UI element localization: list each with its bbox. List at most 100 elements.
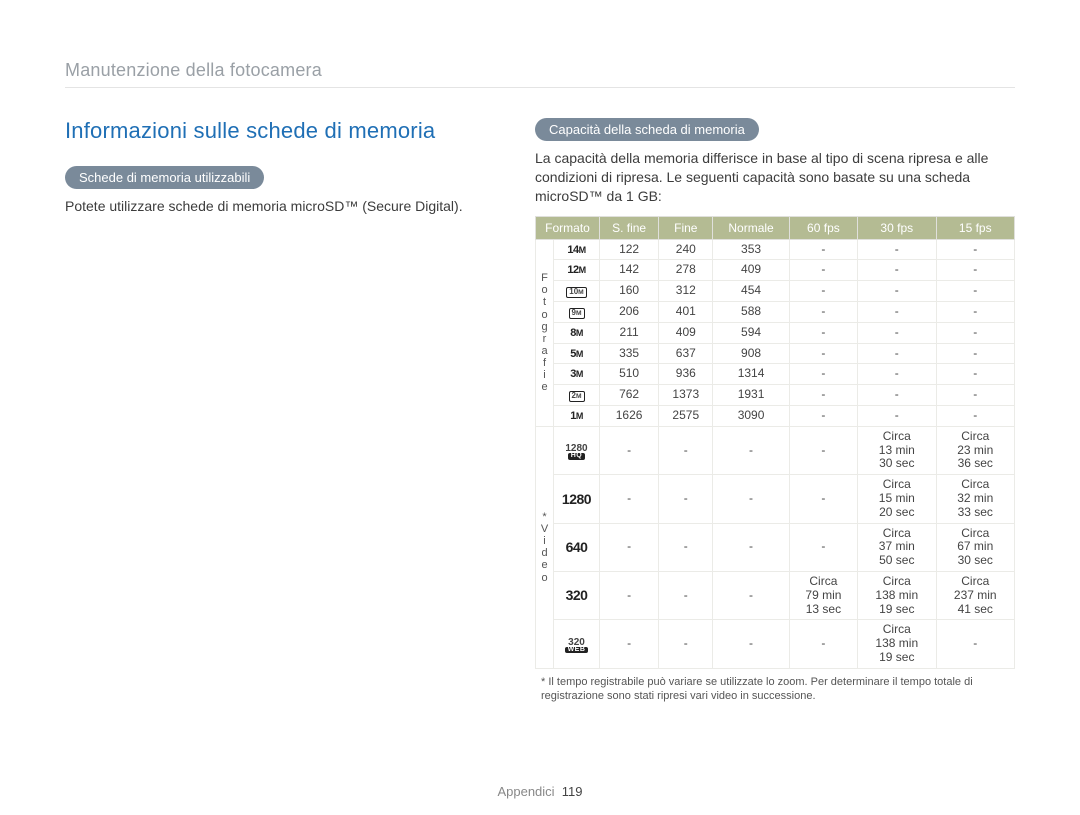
capacity-cell: - (659, 572, 713, 620)
page-footer: Appendici 119 (0, 784, 1080, 799)
capacity-cell: 353 (713, 239, 789, 260)
th-15fps: 15 fps (936, 216, 1015, 239)
capacity-cell: 1626 (600, 406, 659, 427)
row-group-label: Fotografie (536, 239, 554, 426)
capacity-cell: - (789, 620, 857, 668)
format-cell: 640 (554, 523, 600, 571)
capacity-cell: 1373 (659, 385, 713, 406)
capacity-cell: - (936, 406, 1015, 427)
format-cell: 9M (554, 302, 600, 323)
format-cell: 320 (554, 572, 600, 620)
capacity-cell: - (713, 523, 789, 571)
capacity-cell: Circa138 min19 sec (858, 620, 936, 668)
table-row: 1M162625753090--- (536, 406, 1015, 427)
capacity-cell: - (713, 620, 789, 668)
capacity-cell: Circa237 min41 sec (936, 572, 1015, 620)
capacity-cell: 588 (713, 302, 789, 323)
format-cell: 1M (554, 406, 600, 427)
capacity-cell: - (858, 385, 936, 406)
capacity-cell: 1314 (713, 364, 789, 385)
capacity-cell: - (600, 475, 659, 523)
capacity-cell: - (713, 475, 789, 523)
capacity-cell: 1931 (713, 385, 789, 406)
format-cell: 1280 (554, 475, 600, 523)
capacity-cell: - (858, 364, 936, 385)
capacity-cell: - (936, 260, 1015, 281)
table-row: 640----Circa37 min50 secCirca67 min30 se… (536, 523, 1015, 571)
usable-cards-text: Potete utilizzare schede di memoria micr… (65, 197, 495, 216)
capacity-cell: Circa32 min33 sec (936, 475, 1015, 523)
capacity-cell: - (600, 523, 659, 571)
format-cell: 3M (554, 364, 600, 385)
capacity-cell: 278 (659, 260, 713, 281)
page-title: Informazioni sulle schede di memoria (65, 118, 495, 144)
capacity-cell: - (789, 406, 857, 427)
capacity-cell: - (789, 364, 857, 385)
capacity-cell: - (789, 426, 857, 474)
capacity-cell: - (936, 385, 1015, 406)
capacity-cell: Circa15 min20 sec (858, 475, 936, 523)
capacity-cell: 762 (600, 385, 659, 406)
capacity-cell: 206 (600, 302, 659, 323)
capacity-cell: - (936, 239, 1015, 260)
capacity-cell: - (600, 572, 659, 620)
th-fine: Fine (659, 216, 713, 239)
capacity-cell: - (858, 322, 936, 343)
capacity-cell: 510 (600, 364, 659, 385)
capacity-cell: Circa23 min36 sec (936, 426, 1015, 474)
capacity-cell: - (789, 302, 857, 323)
capacity-cell: 335 (600, 343, 659, 364)
footer-page-number: 119 (562, 784, 583, 799)
format-cell: 320WEB (554, 620, 600, 668)
capacity-cell: - (789, 239, 857, 260)
capacity-cell: Circa67 min30 sec (936, 523, 1015, 571)
capacity-cell: - (659, 620, 713, 668)
capacity-cell: - (789, 343, 857, 364)
table-row: 12M142278409--- (536, 260, 1015, 281)
format-cell: 5M (554, 343, 600, 364)
th-60fps: 60 fps (789, 216, 857, 239)
breadcrumb: Manutenzione della fotocamera (65, 60, 1015, 88)
capacity-cell: 409 (659, 322, 713, 343)
capacity-cell: - (936, 302, 1015, 323)
capacity-cell: Circa37 min50 sec (858, 523, 936, 571)
capacity-cell: - (936, 620, 1015, 668)
capacity-cell: - (659, 426, 713, 474)
table-row: 1280----Circa15 min20 secCirca32 min33 s… (536, 475, 1015, 523)
table-row: 10M160312454--- (536, 281, 1015, 302)
th-30fps: 30 fps (858, 216, 936, 239)
capacity-cell: - (936, 364, 1015, 385)
capacity-cell: 454 (713, 281, 789, 302)
capacity-cell: 312 (659, 281, 713, 302)
footer-section: Appendici (497, 784, 554, 799)
capacity-cell: Circa79 min13 sec (789, 572, 857, 620)
capacity-cell: 401 (659, 302, 713, 323)
footnote: * Il tempo registrabile può variare se u… (535, 675, 1015, 704)
capacity-cell: - (789, 523, 857, 571)
format-cell: 12M (554, 260, 600, 281)
table-row: 8M211409594--- (536, 322, 1015, 343)
capacity-cell: - (659, 475, 713, 523)
capacity-cell: - (936, 281, 1015, 302)
capacity-cell: - (659, 523, 713, 571)
table-row: 320---Circa79 min13 secCirca138 min19 se… (536, 572, 1015, 620)
capacity-cell: - (858, 239, 936, 260)
capacity-cell: 2575 (659, 406, 713, 427)
format-cell: 10M (554, 281, 600, 302)
table-row: 2M76213731931--- (536, 385, 1015, 406)
capacity-cell: - (789, 260, 857, 281)
table-row: 320WEB----Circa138 min19 sec- (536, 620, 1015, 668)
capacity-table: Formato S. fine Fine Normale 60 fps 30 f… (535, 216, 1015, 669)
capacity-cell: Circa138 min19 sec (858, 572, 936, 620)
capacity-cell: - (858, 302, 936, 323)
capacity-cell: - (858, 281, 936, 302)
capacity-cell: 160 (600, 281, 659, 302)
pill-usable-cards: Schede di memoria utilizzabili (65, 166, 264, 189)
capacity-cell: - (713, 426, 789, 474)
format-cell: 8M (554, 322, 600, 343)
capacity-cell: 409 (713, 260, 789, 281)
pill-capacity: Capacità della scheda di memoria (535, 118, 759, 141)
capacity-cell: 637 (659, 343, 713, 364)
th-normale: Normale (713, 216, 789, 239)
capacity-cell: - (789, 475, 857, 523)
